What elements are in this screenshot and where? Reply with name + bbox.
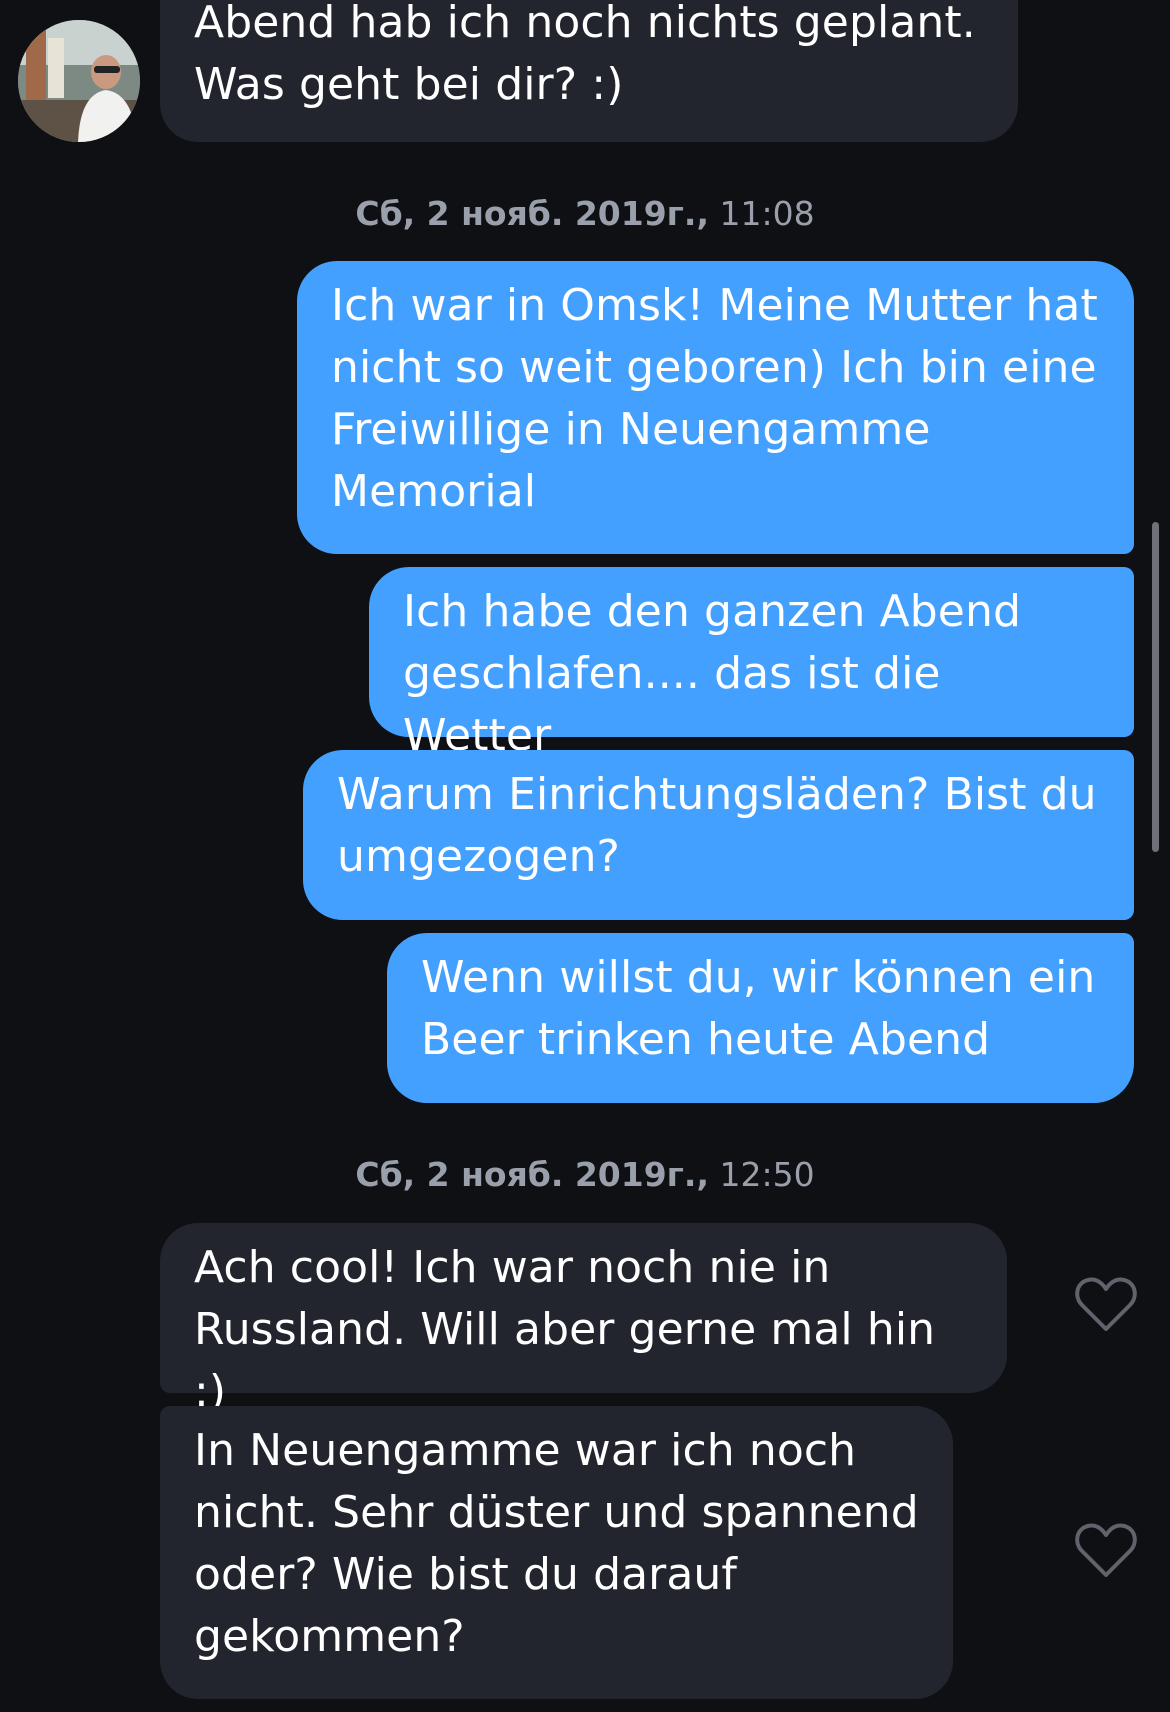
timestamp: Сб, 2 нояб. 2019г., 12:50 [0, 1155, 1170, 1195]
outgoing-message[interactable]: Ich war in Omsk! Meine Mutter hat nicht … [297, 261, 1134, 554]
timestamp: Сб, 2 нояб. 2019г., 11:08 [0, 194, 1170, 234]
timestamp-time: 12:50 [719, 1155, 815, 1194]
incoming-message[interactable]: In Neuengamme war ich noch nicht. Sehr d… [160, 1406, 953, 1699]
avatar-photo [18, 20, 140, 142]
timestamp-date: Сб, 2 нояб. 2019г., [355, 1155, 709, 1194]
like-heart-icon[interactable] [1074, 1275, 1138, 1335]
timestamp-time: 11:08 [719, 194, 815, 233]
incoming-message[interactable]: Ach cool! Ich war noch nie in Russland. … [160, 1223, 1007, 1417]
incoming-message[interactable]: Abend hab ich noch nichts geplant. Was g… [160, 0, 1018, 142]
contact-avatar[interactable] [18, 20, 140, 142]
scrollbar[interactable] [1152, 522, 1159, 852]
outgoing-message[interactable]: Wenn willst du, wir können ein Beer trin… [387, 933, 1134, 1103]
like-heart-icon[interactable] [1074, 1521, 1138, 1581]
outgoing-message[interactable]: Warum Einrichtungsläden? Bist du umgezog… [303, 750, 1134, 920]
outgoing-message[interactable]: Ich habe den ganzen Abend geschlafen....… [369, 567, 1134, 761]
timestamp-date: Сб, 2 нояб. 2019г., [355, 194, 709, 233]
